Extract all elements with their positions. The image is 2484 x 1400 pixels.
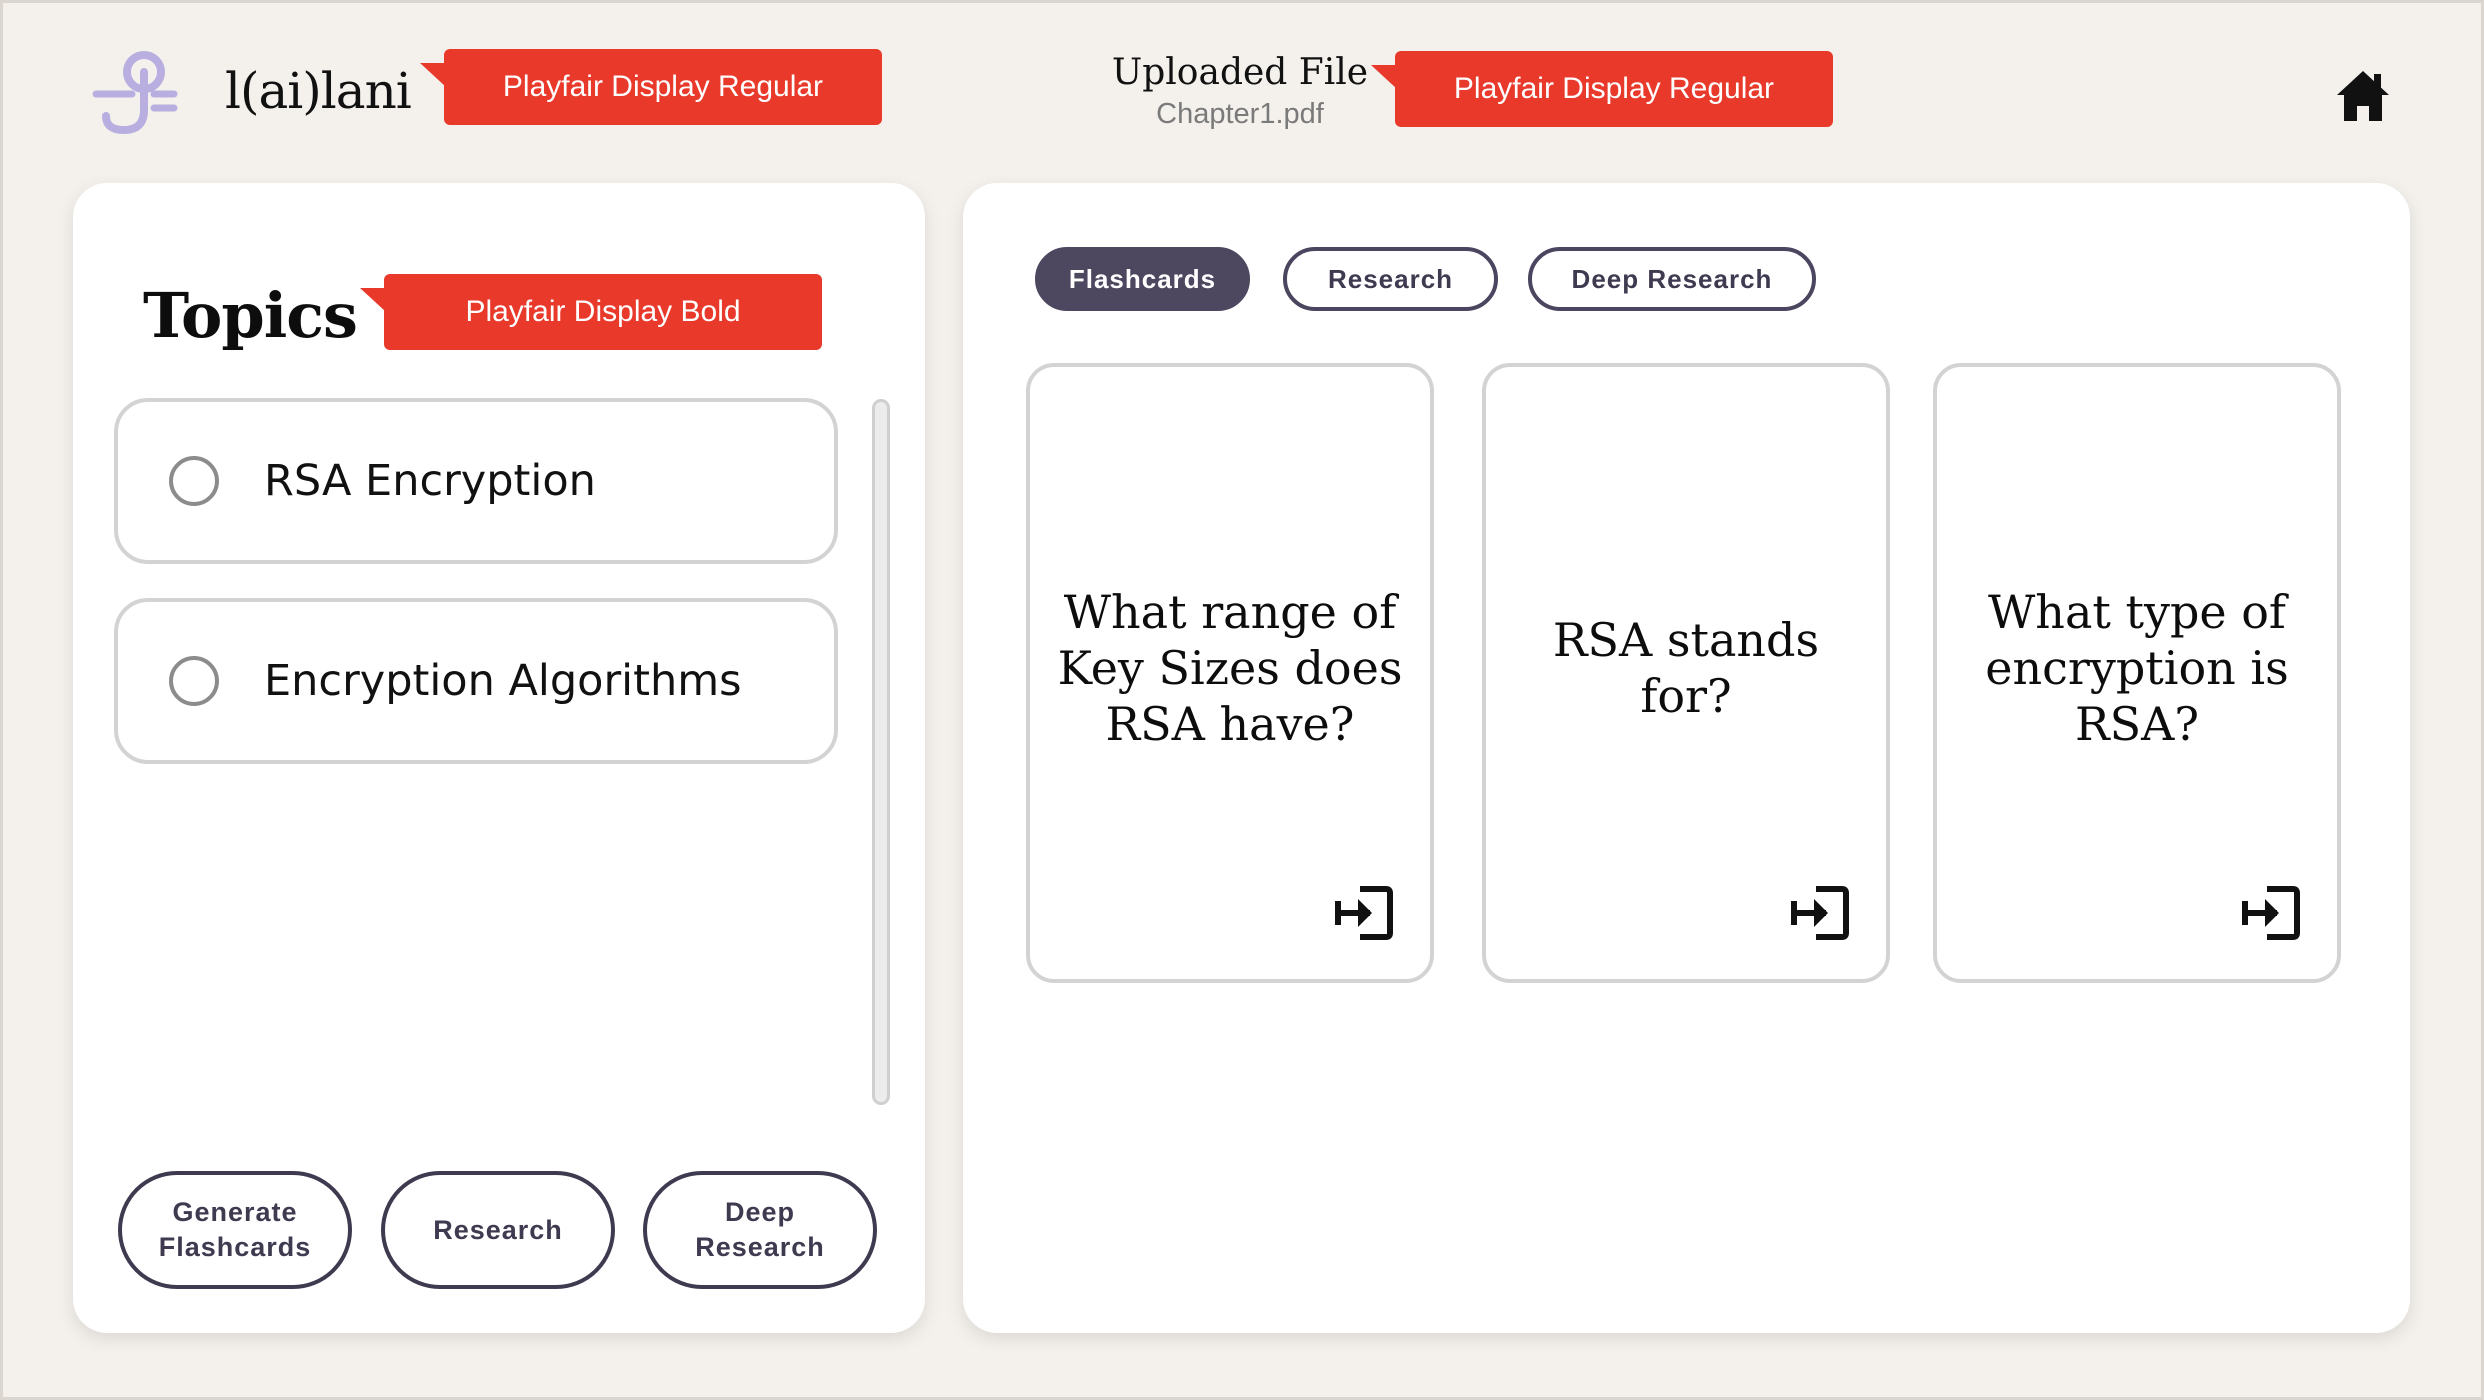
radio-button[interactable] <box>169 456 219 506</box>
uploaded-file-title: Uploaded File <box>1111 52 1369 93</box>
deep-research-button[interactable]: Deep Research <box>643 1171 877 1289</box>
logo-icon <box>92 51 178 135</box>
font-callout-topics: Playfair Display Bold <box>360 274 822 350</box>
topic-item-rsa-encryption[interactable]: RSA Encryption <box>114 398 838 564</box>
topic-label: Encryption Algorithms <box>264 656 742 706</box>
font-callout-brand: Playfair Display Regular <box>420 49 882 125</box>
topics-scrollbar[interactable] <box>872 399 890 1105</box>
content-panel: Flashcards Research Deep Research What r… <box>963 183 2410 1333</box>
flashcard[interactable]: What range of Key Sizes does RSA have? <box>1026 363 1434 983</box>
topic-label: RSA Encryption <box>264 456 596 506</box>
uploaded-file-name[interactable]: Chapter1.pdf <box>1110 98 1370 131</box>
tab-flashcards[interactable]: Flashcards <box>1035 247 1250 311</box>
home-icon[interactable] <box>2334 68 2392 124</box>
generate-flashcards-button[interactable]: Generate Flashcards <box>118 1171 352 1289</box>
radio-button[interactable] <box>169 656 219 706</box>
topic-item-encryption-algorithms[interactable]: Encryption Algorithms <box>114 598 838 764</box>
topics-heading: Topics <box>143 279 358 352</box>
tab-deep-research[interactable]: Deep Research <box>1528 247 1816 311</box>
topics-panel: Topics Playfair Display Bold RSA Encrypt… <box>73 183 925 1333</box>
tab-research[interactable]: Research <box>1283 247 1498 311</box>
research-button[interactable]: Research <box>381 1171 615 1289</box>
flashcard[interactable]: RSA stands for? <box>1482 363 1890 983</box>
open-card-icon[interactable] <box>2241 885 2301 941</box>
flashcard[interactable]: What type of encryption is RSA? <box>1933 363 2341 983</box>
open-card-icon[interactable] <box>1790 885 1850 941</box>
open-card-icon[interactable] <box>1334 885 1394 941</box>
brand-name: l(ai)lani <box>225 62 412 120</box>
font-callout-file: Playfair Display Regular <box>1371 51 1833 127</box>
